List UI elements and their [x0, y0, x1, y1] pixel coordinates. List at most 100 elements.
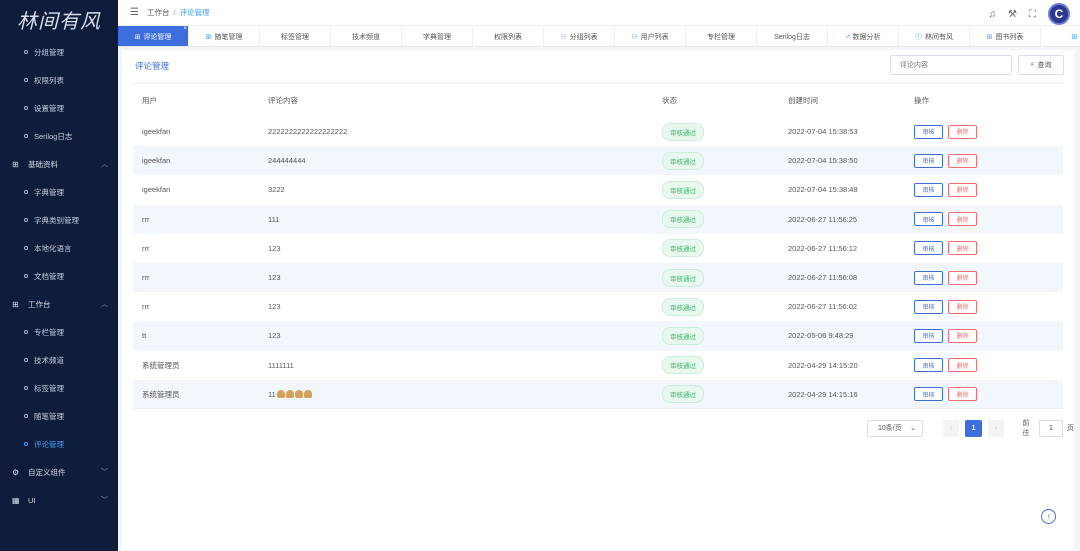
- tab-label: 数据分析: [852, 33, 881, 41]
- sidebar-item-8[interactable]: 文档管理: [0, 262, 118, 290]
- delete-button[interactable]: 删除: [948, 241, 977, 256]
- close-icon[interactable]: ×: [183, 26, 187, 32]
- delete-button[interactable]: 删除: [948, 299, 977, 314]
- tab-5[interactable]: 权限列表: [473, 26, 544, 46]
- tab-1[interactable]: ⊞ 随笔管理: [189, 26, 260, 46]
- sidebar-item-13[interactable]: 随笔管理: [0, 402, 118, 430]
- tab-2[interactable]: 标签管理: [260, 26, 331, 46]
- prev-page-button[interactable]: ‹: [942, 419, 960, 437]
- tab-4[interactable]: 字典管理: [402, 26, 473, 46]
- sidebar-item-10[interactable]: 专栏管理: [0, 318, 118, 346]
- tab-bar: ⊞ 评论管理 × ⊞ 随笔管理 标签管理 技术频道 字典管理 权限列表 ⚇ 分组列表 ⚇ 用户列表 专栏管…: [118, 26, 1080, 47]
- audit-button[interactable]: 审核: [914, 182, 943, 197]
- cell-actions: 审核 删除: [905, 124, 1063, 139]
- fullscreen-icon[interactable]: ⛶: [1029, 9, 1036, 20]
- tab-label: Serilog日志: [774, 33, 810, 41]
- sidebar-item-label: 设置管理: [34, 103, 64, 113]
- tab-11[interactable]: ⓘ 林间有风: [899, 26, 970, 46]
- grid-icon: ▦: [12, 495, 20, 505]
- delete-button[interactable]: 删除: [948, 358, 977, 373]
- delete-button[interactable]: 删除: [948, 153, 977, 168]
- column-header-content: 评论内容: [268, 96, 298, 105]
- sidebar-item-label: Serilog日志: [34, 131, 73, 141]
- cell-content-text: 3222: [268, 185, 285, 195]
- tab-label: 随笔管理: [214, 33, 243, 41]
- tab-12[interactable]: ⊞ 图书列表: [970, 26, 1041, 46]
- sidebar-item-14[interactable]: 评论管理: [0, 430, 118, 458]
- table-row: 系统管理员 11 审核通过 2022-04-29 14:15:16 审核 删除: [133, 379, 1063, 409]
- next-page-button[interactable]: ›: [987, 419, 1005, 437]
- magic-wand-icon[interactable]: ⚒: [1008, 9, 1017, 20]
- audit-button[interactable]: 审核: [914, 241, 943, 256]
- sidebar-item-1[interactable]: 权限列表: [0, 66, 118, 94]
- menu-toggle-icon[interactable]: ☰: [130, 7, 139, 18]
- cell-content: 2222222222222222222: [259, 127, 653, 136]
- sidebar-group-4[interactable]: ⊞ 基础资料 ︿: [0, 150, 118, 178]
- search-input[interactable]: [890, 55, 1012, 75]
- tab-10[interactable]: ⩘ 数据分析: [828, 26, 899, 46]
- sidebar-item-label: 字典类别管理: [34, 215, 79, 225]
- book-icon: ⊞: [205, 33, 212, 41]
- audit-button[interactable]: 审核: [914, 328, 943, 343]
- delete-button[interactable]: 删除: [948, 212, 977, 227]
- back-to-top-icon[interactable]: ↑: [1041, 509, 1056, 524]
- goto-page-input[interactable]: [1038, 419, 1063, 437]
- audit-button[interactable]: 审核: [914, 387, 943, 402]
- sidebar-group-15[interactable]: ⚙ 自定义组件 ﹀: [0, 458, 118, 486]
- cell-status: 审核通过: [653, 356, 779, 375]
- table-header: 用户 评论内容 状态 创建时间 操作: [133, 84, 1063, 117]
- audit-button[interactable]: 审核: [914, 212, 943, 227]
- cell-actions: 审核 删除: [905, 153, 1063, 168]
- audit-button[interactable]: 审核: [914, 358, 943, 373]
- bell-icon[interactable]: ♫: [989, 9, 997, 20]
- sidebar-group-9[interactable]: ⊞ 工作台 ︿: [0, 290, 118, 318]
- sidebar-item-label: 文档管理: [34, 271, 64, 281]
- page-number-current[interactable]: 1: [965, 419, 982, 437]
- cell-actions: 审核 删除: [905, 212, 1063, 227]
- cell-status: 审核通过: [653, 151, 779, 170]
- delete-button[interactable]: 删除: [948, 124, 977, 139]
- tab-13[interactable]: ⊞: [1041, 26, 1080, 46]
- sidebar-item-5[interactable]: 字典管理: [0, 178, 118, 206]
- tab-8[interactable]: 专栏管理: [686, 26, 757, 46]
- sidebar-item-6[interactable]: 字典类别管理: [0, 206, 118, 234]
- tab-3[interactable]: 技术频道: [331, 26, 402, 46]
- search-button[interactable]: ⌕ 查询: [1018, 55, 1064, 75]
- audit-button[interactable]: 审核: [914, 299, 943, 314]
- delete-button[interactable]: 删除: [948, 270, 977, 285]
- status-badge: 审核通过: [662, 356, 704, 375]
- page-size-select[interactable]: 10条/页 ⌄: [867, 419, 923, 437]
- sidebar-item-3[interactable]: Serilog日志: [0, 122, 118, 150]
- audit-button[interactable]: 审核: [914, 124, 943, 139]
- sidebar-group-16[interactable]: ▦ UI ﹀: [0, 486, 118, 514]
- column-header-status: 状态: [662, 96, 677, 105]
- delete-button[interactable]: 删除: [948, 387, 977, 402]
- delete-button[interactable]: 删除: [948, 328, 977, 343]
- cell-status: 审核通过: [653, 122, 779, 141]
- bullet-icon: [24, 218, 28, 222]
- sidebar-item-0[interactable]: 分组管理: [0, 38, 118, 66]
- delete-button[interactable]: 删除: [948, 182, 977, 197]
- tab-6[interactable]: ⚇ 分组列表: [544, 26, 615, 46]
- cell-time: 2022-06-27 11:56:12: [788, 243, 858, 253]
- sidebar-item-12[interactable]: 标签管理: [0, 374, 118, 402]
- cell-user: 系统管理员: [142, 389, 180, 399]
- audit-button[interactable]: 审核: [914, 270, 943, 285]
- sidebar-group-label: UI: [28, 495, 36, 505]
- table-row: igeekfan 3222 审核通过 2022-07-04 15:38:48 审核 删除: [133, 175, 1063, 204]
- tab-7[interactable]: ⚇ 用户列表: [615, 26, 686, 46]
- cell-content-text: 123: [268, 273, 281, 283]
- comments-table: 用户 评论内容 状态 创建时间 操作 igeekfan 2222222222222…: [133, 83, 1063, 409]
- tab-9[interactable]: Serilog日志: [757, 26, 828, 46]
- sidebar-item-11[interactable]: 技术频道: [0, 346, 118, 374]
- sidebar-item-7[interactable]: 本地化语言: [0, 234, 118, 262]
- cell-content: 11: [259, 389, 653, 399]
- breadcrumb-item[interactable]: 工作台: [147, 7, 170, 18]
- avatar[interactable]: C: [1048, 3, 1070, 25]
- table-row: rrr 111 审核通过 2022-06-27 11:56:25 审核 删除: [133, 204, 1063, 234]
- tab-0[interactable]: ⊞ 评论管理 ×: [118, 26, 189, 46]
- audit-button[interactable]: 审核: [914, 153, 943, 168]
- cell-time: 2022-07-04 15:38:53: [788, 127, 858, 137]
- sidebar-item-2[interactable]: 设置管理: [0, 94, 118, 122]
- cell-user: rrr: [142, 302, 150, 312]
